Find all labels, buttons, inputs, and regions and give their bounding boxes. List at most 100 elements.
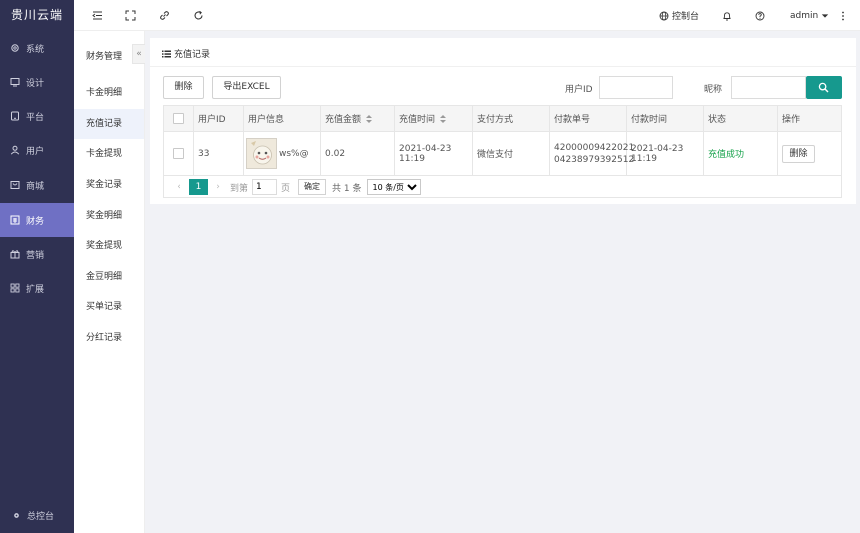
sidebar-item-label: 平台	[26, 112, 45, 123]
sidebar-item-label: 财务	[26, 216, 45, 227]
header-action: 操作	[782, 115, 801, 125]
sort-icon[interactable]	[440, 114, 447, 124]
select-all-checkbox[interactable]	[173, 113, 184, 124]
recharge-table: 用户ID 用户信息 充值金额 充值时间 支付方式 付款单号 付款时间 状态 操作…	[163, 105, 842, 198]
gear-icon	[11, 44, 19, 52]
help-icon	[755, 11, 765, 20]
recharge-records-card: 充值记录 删除 导出EXCEL 用户ID 昵称 用户ID 用户信息 充值金额 充…	[150, 38, 856, 204]
finance-icon	[10, 215, 20, 225]
goto-page-input[interactable]	[252, 179, 278, 195]
nickname-input[interactable]	[731, 76, 806, 99]
subnav-item-bill-records[interactable]: 买单记录	[74, 292, 144, 322]
gear-icon	[14, 512, 19, 518]
search-icon	[818, 82, 829, 93]
user-id-input[interactable]	[599, 76, 673, 99]
more-vertical-icon	[842, 11, 844, 20]
export-excel-button[interactable]: 导出EXCEL	[212, 76, 281, 99]
subnav-item-card-detail[interactable]: 卡金明细	[74, 78, 144, 108]
header-pay-time: 付款时间	[627, 106, 704, 131]
header-status: 状态	[704, 106, 778, 131]
sort-icon[interactable]	[366, 114, 373, 124]
search-button[interactable]	[806, 76, 842, 99]
current-page-button[interactable]: 1	[189, 179, 208, 195]
subnav-item-bonus-records[interactable]: 奖金记录	[74, 170, 144, 200]
cell-pay-time: 2021-04-23 11:19	[627, 132, 704, 175]
user-icon	[10, 145, 20, 155]
cell-status: 充值成功	[704, 132, 778, 175]
header-recharge-time[interactable]: 充值时间	[395, 106, 473, 131]
sidebar-item-extensions[interactable]: 扩展	[0, 271, 74, 305]
sidebar-item-marketing[interactable]: 营销	[0, 237, 74, 271]
goto-confirm-button[interactable]: 确定	[298, 179, 327, 195]
sidebar-item-finance[interactable]: 财务	[0, 203, 74, 237]
fullscreen-icon[interactable]	[125, 10, 136, 21]
control-panel-label: 控制台	[672, 12, 700, 22]
sidebar-item-mall[interactable]: 商城	[0, 168, 74, 202]
order-no-line: 04238979392512	[554, 154, 635, 165]
gift-icon	[10, 250, 20, 259]
cell-user-id: 33	[194, 132, 244, 175]
header-select-cell	[164, 106, 194, 131]
console-button[interactable]: 总控台	[0, 503, 74, 527]
refresh-icon[interactable]	[193, 10, 204, 21]
delete-button[interactable]: 删除	[163, 76, 204, 99]
notifications-button[interactable]	[722, 0, 732, 31]
page-title: 充值记录	[162, 47, 210, 60]
link-icon[interactable]	[159, 10, 170, 21]
grid-icon	[10, 283, 20, 293]
goto-label: 到第	[230, 183, 249, 194]
header-recharge-time-label: 充值时间	[399, 115, 436, 125]
subnav-title: 财务管理	[86, 52, 123, 62]
sidebar-item-platform[interactable]: 平台	[0, 99, 74, 133]
brand-logo: 贵川云端	[11, 8, 64, 22]
page-unit-label: 页	[281, 183, 291, 194]
nickname-text: ws%@	[279, 148, 309, 159]
subnav-item-golden-bean-detail[interactable]: 金豆明细	[74, 262, 144, 292]
sidebar-item-design[interactable]: 设计	[0, 65, 74, 99]
user-id-label: 用户ID	[565, 85, 593, 95]
prev-page-button[interactable]: ‹	[171, 182, 187, 192]
monitor-icon	[10, 78, 20, 87]
collapse-subnav-button[interactable]: «	[132, 44, 145, 64]
sidebar-item-label: 商城	[26, 181, 45, 192]
sidebar-item-system[interactable]: 系统	[0, 31, 74, 65]
bell-icon	[723, 11, 731, 20]
help-button[interactable]	[755, 0, 765, 31]
row-select-cell	[164, 132, 194, 175]
subnav-item-dividend-records[interactable]: 分红记录	[74, 323, 144, 353]
avatar	[246, 138, 277, 169]
pagination: ‹ 1 › 到第 页 确定 共 1 条 10 条/页	[164, 176, 841, 198]
title-divider	[150, 66, 856, 67]
subnav-item-bonus-withdraw[interactable]: 奖金提现	[74, 231, 144, 261]
row-checkbox[interactable]	[173, 148, 184, 159]
more-menu-button[interactable]	[838, 0, 848, 31]
sidebar-item-label: 设计	[26, 78, 45, 89]
console-label: 总控台	[27, 511, 55, 522]
header-user-id: 用户ID	[194, 106, 244, 131]
table-header: 用户ID 用户信息 充值金额 充值时间 支付方式 付款单号 付款时间 状态 操作	[164, 106, 841, 132]
subnav-item-recharge-records[interactable]: 充值记录	[74, 109, 144, 139]
row-delete-button[interactable]: 删除	[782, 144, 815, 163]
globe-icon	[659, 11, 669, 20]
sidebar-item-label: 扩展	[26, 284, 45, 295]
user-menu[interactable]: admin	[790, 0, 829, 31]
header-amount[interactable]: 充值金额	[321, 106, 395, 131]
subnav-item-bonus-detail[interactable]: 奖金明细	[74, 201, 144, 231]
list-icon	[162, 50, 171, 57]
order-no-line: 42000009422021	[554, 142, 635, 153]
nickname-label: 昵称	[704, 85, 723, 95]
sidebar-item-label: 用户	[26, 146, 45, 157]
sidebar-item-users[interactable]: 用户	[0, 133, 74, 167]
cell-pay-method: 微信支付	[473, 132, 550, 175]
cell-user-info: ws%@	[244, 132, 321, 175]
subnav-item-card-withdraw[interactable]: 卡金提现	[74, 139, 144, 169]
page-size-select[interactable]: 10 条/页	[367, 179, 422, 195]
menu-fold-icon[interactable]	[92, 10, 103, 21]
cell-order-no: 42000009422021 04238979392512	[550, 132, 634, 175]
main-sidebar: 贵川云端 系统 设计 平台 用户 商城 财务 营销 扩展 总控台	[0, 0, 74, 533]
top-header: 控制台 admin	[74, 0, 860, 31]
status-badge: 充值成功	[708, 150, 745, 160]
next-page-button[interactable]: ›	[210, 182, 226, 192]
control-panel-link[interactable]: 控制台	[659, 0, 699, 31]
store-icon	[10, 181, 20, 189]
